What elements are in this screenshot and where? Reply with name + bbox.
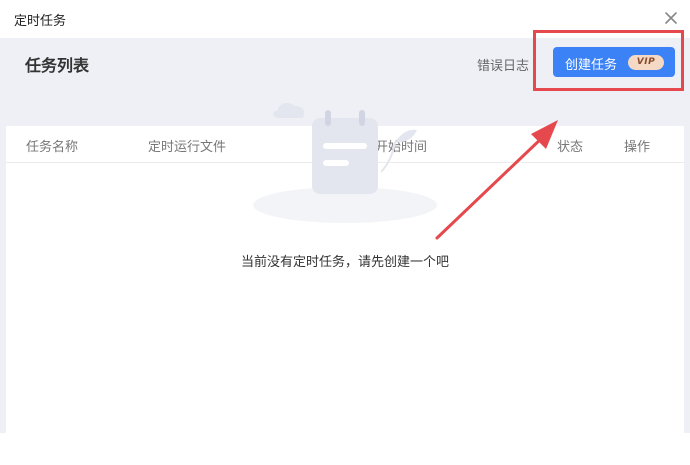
section-header: 任务列表 错误日志 创建任务 VIP — [6, 38, 684, 88]
notebook-icon — [312, 110, 378, 194]
section-title: 任务列表 — [25, 56, 90, 75]
create-task-button[interactable]: 创建任务 VIP — [553, 47, 675, 77]
dialog-titlebar: 定时任务 — [0, 0, 690, 38]
column-header-file: 定时运行文件 — [148, 140, 227, 155]
cloud-icon — [273, 103, 304, 118]
close-button[interactable] — [662, 9, 680, 27]
create-task-label: 创建任务 — [565, 58, 618, 73]
column-header-task-name: 任务名称 — [26, 140, 79, 155]
error-log-link[interactable]: 错误日志 — [477, 55, 529, 74]
content-area: 任务列表 错误日志 创建任务 VIP 任务名称 定时运行文件 开始时间 状态 操… — [0, 38, 690, 465]
column-header-action: 操作 — [624, 140, 651, 155]
empty-state-message: 当前没有定时任务，请先创建一个吧 — [240, 255, 449, 270]
close-icon — [665, 12, 677, 24]
column-header-status: 状态 — [557, 140, 584, 155]
leaf-icon — [380, 129, 417, 173]
empty-state-illustration — [253, 103, 437, 223]
vip-badge: VIP — [628, 55, 664, 70]
dialog-title: 定时任务 — [14, 14, 67, 29]
